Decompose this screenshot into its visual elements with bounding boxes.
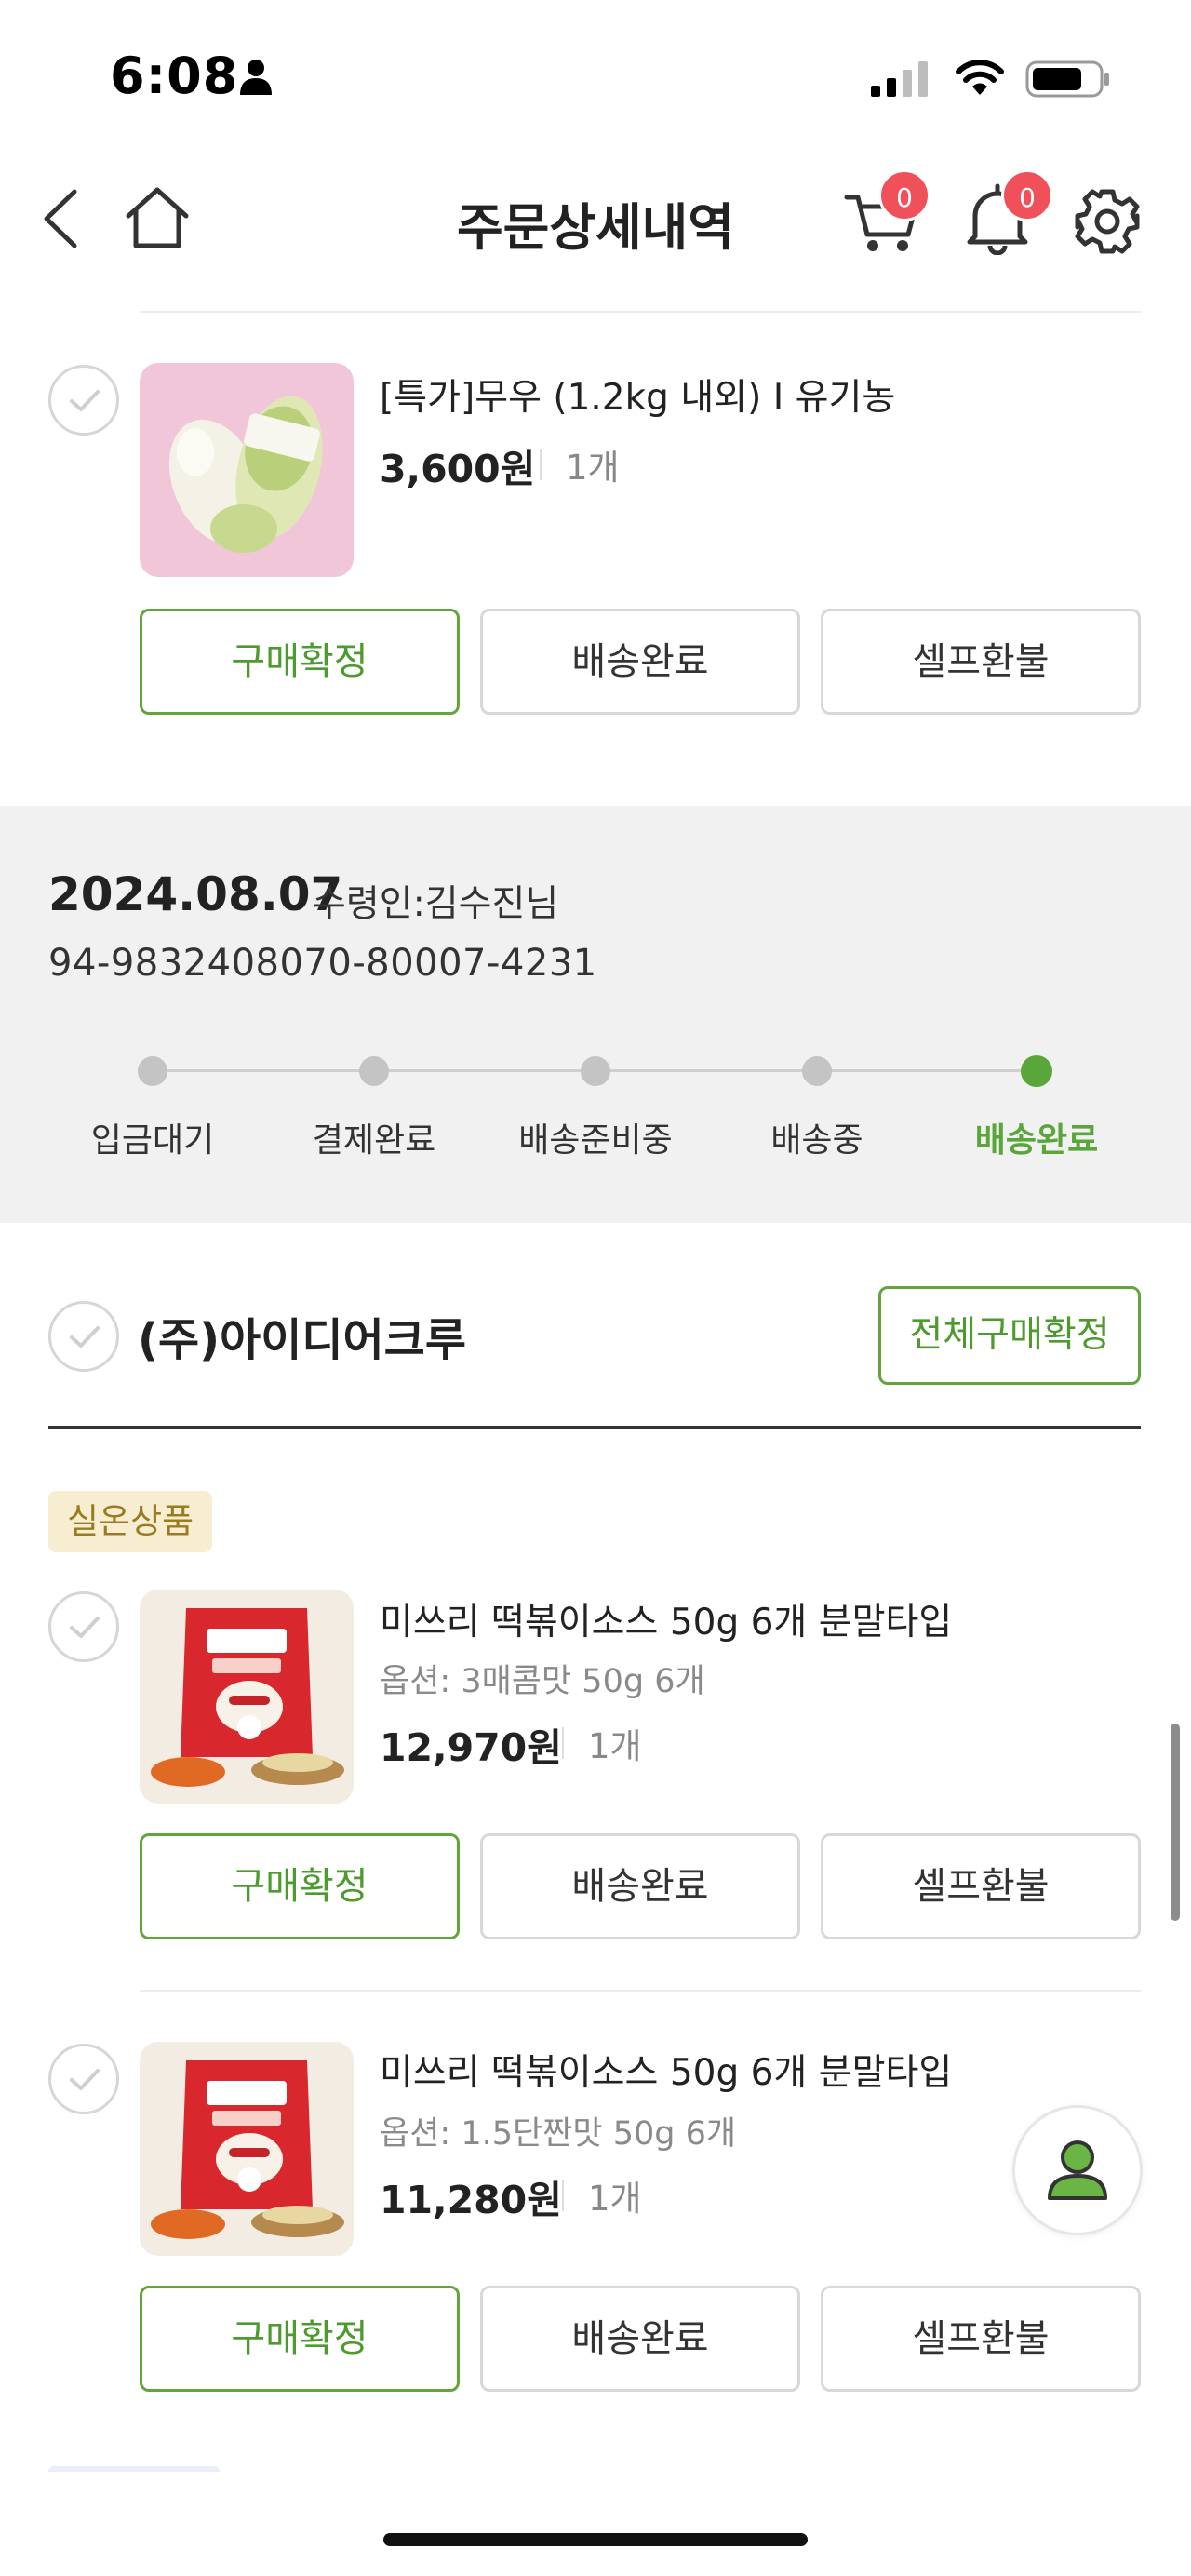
progress-dot-step-3 (581, 1056, 610, 1086)
seller-name: (주)아이디어크루 (138, 1314, 466, 1366)
battery-icon (1025, 60, 1109, 98)
step-label-in-transit: 배송중 (770, 1121, 863, 1160)
seller-divider (48, 1426, 1141, 1429)
product-price: 12,970원 (380, 1725, 562, 1770)
delivery-complete-button[interactable]: 배송완료 (480, 2286, 800, 2392)
price-separator (562, 1727, 564, 1759)
step-label-waiting-payment: 입금대기 (90, 1121, 215, 1160)
storage-type-tag: 실온상품 (48, 1491, 213, 1552)
product-quantity: 1개 (566, 448, 620, 488)
item-select-checkbox[interactable] (48, 1591, 119, 1662)
self-refund-button[interactable]: 셀프환불 (821, 609, 1141, 715)
notification-count-badge: 0 (1001, 169, 1053, 221)
shipment-date: 2024.08.07 (48, 867, 343, 921)
customer-service-button[interactable] (1012, 2105, 1143, 2235)
step-label-preparing: 배송준비중 (518, 1121, 673, 1160)
progress-dot-step-5 (1021, 1055, 1052, 1087)
product-option: 옵션: 1.5단짠맛 50g 6개 (380, 2115, 737, 2153)
person-icon (1048, 2140, 1107, 2200)
person-icon (240, 60, 272, 95)
signal-icon (871, 61, 928, 97)
tracking-number[interactable]: 94-9832408070-80007-4231 (48, 942, 597, 985)
product-name[interactable]: [특가]무우 (1.2kg 내외) I 유기농 (380, 369, 895, 421)
self-refund-button[interactable]: 셀프환불 (821, 2286, 1141, 2392)
confirm-all-button[interactable]: 전체구매확정 (878, 1286, 1141, 1385)
product-option: 옵션: 3매콤맛 50g 6개 (380, 1663, 705, 1700)
product-image-tteokbokki-sauce[interactable] (140, 2042, 354, 2256)
self-refund-button[interactable]: 셀프환불 (821, 1833, 1141, 1939)
delivery-complete-button[interactable]: 배송완료 (480, 609, 800, 715)
home-indicator[interactable] (383, 2533, 808, 2546)
confirm-purchase-button[interactable]: 구매확정 (140, 1833, 460, 1939)
product-price: 3,600원 (380, 447, 536, 491)
status-time: 6:08 (110, 47, 239, 105)
product-price: 11,280원 (380, 2178, 562, 2222)
status-bar: 6:08 (0, 0, 1191, 149)
price-separator (540, 449, 542, 480)
wifi-icon (956, 60, 1004, 95)
next-section-peek (48, 2466, 220, 2472)
product-quantity: 1개 (588, 1726, 642, 1766)
step-label-delivered: 배송완료 (974, 1121, 1099, 1160)
item-select-checkbox[interactable] (48, 2044, 119, 2114)
recipient-name: 수령인:김수진님 (313, 883, 559, 925)
product-image-tteokbokki-sauce[interactable] (140, 1590, 354, 1804)
confirm-purchase-button[interactable]: 구매확정 (140, 2286, 460, 2392)
step-label-payment-complete: 결제완료 (312, 1121, 436, 1160)
seller-select-checkbox[interactable] (48, 1301, 119, 1372)
progress-dot-step-2 (359, 1056, 389, 1086)
product-name[interactable]: 미쓰리 떡볶이소스 50g 6개 분말타입 (380, 1593, 952, 1645)
price-separator (562, 2180, 564, 2211)
progress-dot-step-1 (138, 1056, 167, 1086)
item-select-checkbox[interactable] (48, 365, 119, 436)
cart-count-badge: 0 (878, 169, 930, 221)
scrollbar[interactable] (1171, 1724, 1180, 1921)
product-name[interactable]: 미쓰리 떡볶이소스 50g 6개 분말타입 (380, 2044, 952, 2096)
confirm-purchase-button[interactable]: 구매확정 (140, 609, 460, 715)
delivery-complete-button[interactable]: 배송완료 (480, 1833, 800, 1939)
gear-icon[interactable] (1074, 188, 1141, 255)
product-quantity: 1개 (588, 2179, 642, 2219)
item-divider (140, 1990, 1141, 1992)
progress-dot-step-4 (802, 1056, 832, 1086)
header-divider (140, 311, 1141, 313)
product-image-radish[interactable] (140, 363, 354, 577)
